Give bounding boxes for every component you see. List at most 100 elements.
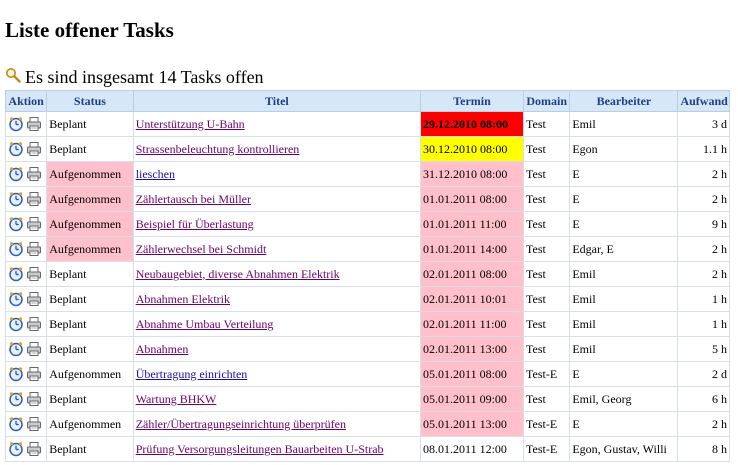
termin-cell: 05.01.2011 09:00 <box>420 386 524 412</box>
status-cell: Aufgenommen <box>46 161 134 187</box>
column-header-titel[interactable]: Titel <box>132 90 422 112</box>
magnifier-icon <box>5 67 21 88</box>
task-title-link[interactable]: Abnahmen <box>136 342 189 356</box>
alarm-clock-icon[interactable] <box>8 116 24 132</box>
alarm-clock-icon[interactable] <box>8 166 24 182</box>
printer-icon[interactable] <box>26 341 42 357</box>
alarm-clock-icon[interactable] <box>8 391 24 407</box>
domain-cell: Test <box>522 311 571 337</box>
table-row: Beplant Neubaugebiet, diverse Abnahmen El… <box>4 261 730 287</box>
printer-icon[interactable] <box>26 441 42 457</box>
task-title-link[interactable]: Wartung BHKW <box>136 392 217 406</box>
column-header-domain[interactable]: Domain <box>522 90 571 112</box>
status-cell: Beplant <box>46 386 134 412</box>
printer-icon[interactable] <box>26 316 42 332</box>
task-title-link[interactable]: Prüfung Versorgungsleitungen Bauarbeiten… <box>136 442 384 456</box>
status-cell: Aufgenommen <box>46 211 134 237</box>
task-title-link[interactable]: Zähler/Übertragungseinrichtung überprüfe… <box>136 417 346 431</box>
task-title-link[interactable]: Zählertausch bei Müller <box>136 192 251 206</box>
alarm-clock-icon[interactable] <box>8 441 24 457</box>
assignee-cell: Emil <box>569 286 679 312</box>
task-title-link[interactable]: Abnahmen Elektrik <box>136 292 230 306</box>
termin-cell: 02.01.2011 08:00 <box>420 261 524 287</box>
title-cell: Abnahme Umbau Verteilung <box>132 311 422 337</box>
alarm-clock-icon[interactable] <box>8 316 24 332</box>
printer-icon[interactable] <box>26 166 42 182</box>
status-cell: Aufgenommen <box>46 411 134 437</box>
effort-cell: 1 h <box>677 311 730 337</box>
termin-cell: 08.01.2011 12:00 <box>420 436 524 462</box>
printer-icon[interactable] <box>26 266 42 282</box>
task-title-link[interactable]: Beispiel für Überlastung <box>136 217 254 231</box>
effort-cell: 2 h <box>677 186 730 212</box>
task-title-link[interactable]: Neubaugebiet, diverse Abnahmen Elektrik <box>136 267 340 281</box>
table-header-row: Aktion Status Titel Termin Domain Bearbe… <box>4 90 730 112</box>
printer-icon[interactable] <box>26 291 42 307</box>
effort-cell: 3 d <box>677 111 730 137</box>
effort-cell: 2 h <box>677 411 730 437</box>
title-cell: Strassenbeleuchtung kontrollieren <box>132 136 422 162</box>
status-cell: Beplant <box>46 336 134 362</box>
printer-icon[interactable] <box>26 116 42 132</box>
alarm-clock-icon[interactable] <box>8 416 24 432</box>
alarm-clock-icon[interactable] <box>8 366 24 382</box>
column-header-aktion[interactable]: Aktion <box>4 90 48 112</box>
action-cell <box>4 411 48 437</box>
title-cell: Prüfung Versorgungsleitungen Bauarbeiten… <box>132 436 422 462</box>
alarm-clock-icon[interactable] <box>8 291 24 307</box>
title-cell: Zähler/Übertragungseinrichtung überprüfe… <box>132 411 422 437</box>
assignee-cell: E <box>569 161 679 187</box>
printer-icon[interactable] <box>26 216 42 232</box>
column-header-termin[interactable]: Termin <box>420 90 524 112</box>
printer-icon[interactable] <box>26 366 42 382</box>
assignee-cell: Emil, Georg <box>569 386 679 412</box>
task-title-link[interactable]: Abnahme Umbau Verteilung <box>136 317 274 331</box>
task-title-link[interactable]: lieschen <box>136 167 175 181</box>
effort-cell: 2 h <box>677 161 730 187</box>
column-header-bearbeiter[interactable]: Bearbeiter <box>569 90 679 112</box>
status-cell: Beplant <box>46 261 134 287</box>
alarm-clock-icon[interactable] <box>8 266 24 282</box>
table-row: Beplant Unterstützung U-Bahn 29.12.2010 08… <box>4 111 730 137</box>
task-title-link[interactable]: Unterstützung U-Bahn <box>136 117 245 131</box>
table-row: Beplant Abnahmen Elektrik 02.01.2011 10:01… <box>4 286 730 312</box>
task-title-link[interactable]: Zählerwechsel bei Schmidt <box>136 242 267 256</box>
table-row: Beplant Wartung BHKW 05.01.2011 09:00 Test E… <box>4 386 730 412</box>
domain-cell: Test <box>522 161 571 187</box>
printer-icon[interactable] <box>26 416 42 432</box>
column-header-aufwand[interactable]: Aufwand <box>677 90 730 112</box>
assignee-cell: Egon, Gustav, Willi <box>569 436 679 462</box>
printer-icon[interactable] <box>26 241 42 257</box>
alarm-clock-icon[interactable] <box>8 216 24 232</box>
termin-cell: 05.01.2011 08:00 <box>420 361 524 387</box>
action-cell <box>4 361 48 387</box>
title-cell: Wartung BHKW <box>132 386 422 412</box>
status-cell: Beplant <box>46 286 134 312</box>
assignee-cell: Edgar, E <box>569 236 679 262</box>
alarm-clock-icon[interactable] <box>8 191 24 207</box>
status-cell: Beplant <box>46 111 134 137</box>
task-title-link[interactable]: Strassenbeleuchtung kontrollieren <box>136 142 300 156</box>
termin-cell: 05.01.2011 13:00 <box>420 411 524 437</box>
alarm-clock-icon[interactable] <box>8 341 24 357</box>
domain-cell: Test <box>522 386 571 412</box>
table-row: Aufgenommen Übertragung einrichten 05.01.2… <box>4 361 730 387</box>
title-cell: Beispiel für Überlastung <box>132 211 422 237</box>
printer-icon[interactable] <box>26 391 42 407</box>
column-header-status[interactable]: Status <box>46 90 134 112</box>
effort-cell: 1 h <box>677 286 730 312</box>
task-title-link[interactable]: Übertragung einrichten <box>136 367 248 381</box>
effort-cell: 9 h <box>677 211 730 237</box>
termin-cell: 01.01.2011 08:00 <box>420 186 524 212</box>
alarm-clock-icon[interactable] <box>8 241 24 257</box>
domain-cell: Test <box>522 186 571 212</box>
termin-cell: 02.01.2011 10:01 <box>420 286 524 312</box>
domain-cell: Test <box>522 136 571 162</box>
alarm-clock-icon[interactable] <box>8 141 24 157</box>
action-cell <box>4 136 48 162</box>
table-row: Beplant Abnahme Umbau Verteilung 02.01.201… <box>4 311 730 337</box>
printer-icon[interactable] <box>26 191 42 207</box>
action-cell <box>4 211 48 237</box>
printer-icon[interactable] <box>26 141 42 157</box>
domain-cell: Test <box>522 111 571 137</box>
